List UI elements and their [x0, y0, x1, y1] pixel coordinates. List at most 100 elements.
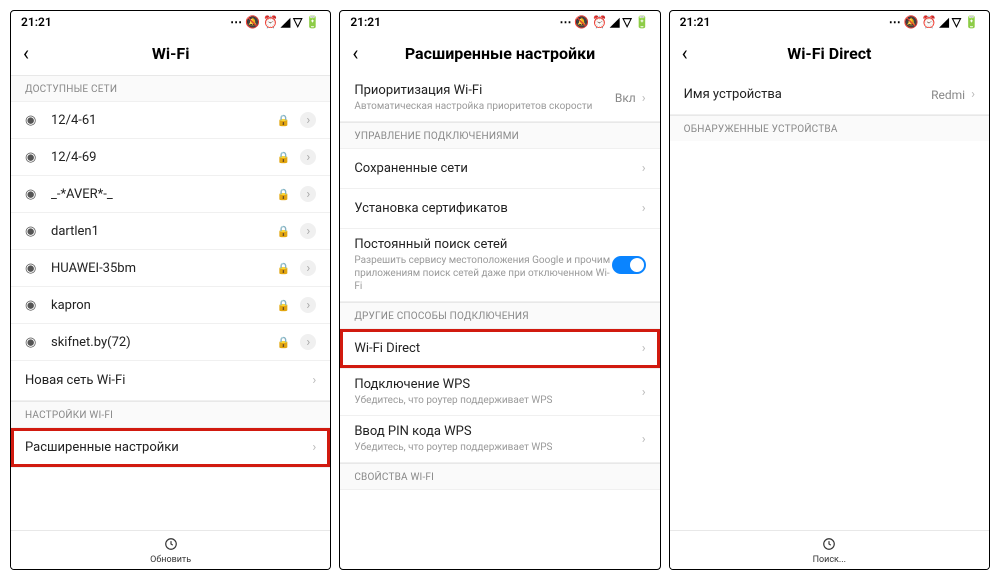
status-bar: 21:21 ⋯ 🔕 ⏰ ◢ ▽ 🔋 [11, 11, 330, 33]
wifi-network-row[interactable]: ◉ 12/4-61 🔒 › [11, 102, 330, 139]
value: Redmi [931, 88, 965, 102]
chevron-right-icon[interactable]: › [300, 149, 316, 165]
lock-icon: 🔒 [277, 336, 291, 349]
chevron-right-icon[interactable]: › [300, 186, 316, 202]
search-label: Поиск... [670, 555, 989, 565]
new-network-row[interactable]: Новая сеть Wi-Fi› [11, 361, 330, 401]
chevron-right-icon: › [642, 161, 646, 176]
label: Сохраненные сети [354, 161, 641, 176]
label: Wi-Fi Direct [354, 341, 641, 356]
sublabel: Убедитесь, что роутер поддерживает WPS [354, 394, 641, 407]
content: Приоритизация Wi-Fi Автоматическая настр… [340, 75, 659, 569]
chevron-right-icon: › [312, 373, 316, 388]
refresh-label: Обновить [11, 555, 330, 565]
label: Ввод PIN кода WPS [354, 424, 641, 439]
label: Установка сертификатов [354, 201, 641, 216]
bottom-bar: Обновить [11, 530, 330, 569]
wifi-icon: ◉ [25, 224, 41, 239]
toggle-switch[interactable] [612, 256, 646, 274]
refresh-icon[interactable] [11, 537, 330, 554]
wifi-network-row[interactable]: ◉12/4-69🔒› [11, 139, 330, 176]
scan-always-row[interactable]: Постоянный поиск сетей Разрешить сервису… [340, 229, 659, 302]
wps-row[interactable]: Подключение WPS Убедитесь, что роутер по… [340, 369, 659, 416]
status-icons: ⋯ 🔕 ⏰ ◢ ▽ 🔋 [559, 15, 649, 29]
sublabel: Убедитесь, что роутер поддерживает WPS [354, 441, 641, 454]
page-title: Wi-Fi [23, 44, 318, 63]
section-available: ДОСТУПНЫЕ СЕТИ [11, 75, 330, 102]
saved-networks-row[interactable]: Сохраненные сети› [340, 149, 659, 189]
label: Расширенные настройки [25, 440, 312, 455]
section-settings: НАСТРОЙКИ WI-FI [11, 401, 330, 428]
chevron-right-icon: › [642, 385, 646, 400]
section-discovered: ОБНАРУЖЕННЫЕ УСТРОЙСТВА [670, 115, 989, 141]
status-icons: ⋯ 🔕 ⏰ ◢ ▽ 🔋 [889, 15, 979, 29]
lock-icon: 🔒 [277, 225, 291, 238]
header: ‹ Wi-Fi [11, 33, 330, 75]
chevron-right-icon: › [642, 91, 646, 106]
status-icons: ⋯ 🔕 ⏰ ◢ ▽ 🔋 [230, 15, 320, 29]
header: ‹ Wi-Fi Direct [670, 33, 989, 75]
wifi-icon: ◉ [25, 187, 41, 202]
label: Новая сеть Wi-Fi [25, 373, 312, 388]
page-title: Расширенные настройки [352, 44, 647, 63]
label: Имя устройства [684, 87, 931, 102]
chevron-right-icon[interactable]: › [300, 297, 316, 313]
wifi-name: 12/4-61 [51, 113, 267, 128]
content: Имя устройства Redmi › ОБНАРУЖЕННЫЕ УСТР… [670, 75, 989, 530]
wifi-direct-row[interactable]: Wi-Fi Direct› [340, 329, 659, 369]
header: ‹ Расширенные настройки [340, 33, 659, 75]
lock-icon: 🔒 [277, 114, 291, 127]
sublabel: Разрешить сервису местоположения Google … [354, 254, 611, 293]
section-other: ДРУГИЕ СПОСОБЫ ПОДКЛЮЧЕНИЯ [340, 302, 659, 329]
wifi-name: 12/4-69 [51, 150, 267, 165]
chevron-right-icon[interactable]: › [300, 334, 316, 350]
wifi-icon: ◉ [25, 335, 41, 350]
wifi-name: skifnet.by(72) [51, 335, 267, 350]
install-certs-row[interactable]: Установка сертификатов› [340, 189, 659, 229]
search-spinner-icon[interactable] [670, 537, 989, 554]
status-time: 21:21 [21, 15, 52, 29]
priority-row[interactable]: Приоритизация Wi-Fi Автоматическая настр… [340, 75, 659, 122]
wifi-network-row[interactable]: ◉ skifnet.by(72) 🔒 › [11, 324, 330, 361]
chevron-right-icon[interactable]: › [300, 260, 316, 276]
status-time: 21:21 [680, 15, 711, 29]
wifi-icon: ◉ [25, 113, 41, 128]
wifi-name: dartlen1 [51, 224, 267, 239]
wifi-network-row[interactable]: ◉ kapron 🔒 › [11, 287, 330, 324]
bottom-bar: Поиск... [670, 530, 989, 569]
wifi-network-row[interactable]: ◉ dartlen1 🔒 › [11, 213, 330, 250]
wifi-name: kapron [51, 298, 267, 313]
sublabel: Автоматическая настройка приоритетов ско… [354, 100, 615, 113]
chevron-right-icon: › [971, 87, 975, 102]
wifi-network-row[interactable]: ◉ _-*AVER*-_ 🔒 › [11, 176, 330, 213]
section-props: СВОЙСТВА WI-FI [340, 463, 659, 490]
status-time: 21:21 [350, 15, 381, 29]
wifi-name: HUAWEI-35bm [51, 261, 267, 276]
chevron-right-icon: › [312, 440, 316, 455]
lock-icon: 🔒 [277, 262, 291, 275]
wifi-icon: ◉ [25, 150, 41, 165]
chevron-right-icon: › [642, 432, 646, 447]
wps-pin-row[interactable]: Ввод PIN кода WPS Убедитесь, что роутер … [340, 416, 659, 463]
screen-advanced: 21:21 ⋯ 🔕 ⏰ ◢ ▽ 🔋 ‹ Расширенные настройк… [339, 10, 660, 570]
status-bar: 21:21 ⋯ 🔕 ⏰ ◢ ▽ 🔋 [670, 11, 989, 33]
screen-wifi-direct: 21:21 ⋯ 🔕 ⏰ ◢ ▽ 🔋 ‹ Wi-Fi Direct Имя уст… [669, 10, 990, 570]
wifi-icon: ◉ [25, 261, 41, 276]
screen-wifi: 21:21 ⋯ 🔕 ⏰ ◢ ▽ 🔋 ‹ Wi-Fi ДОСТУПНЫЕ СЕТИ… [10, 10, 331, 570]
chevron-right-icon: › [642, 201, 646, 216]
lock-icon: 🔒 [277, 299, 291, 312]
label: Постоянный поиск сетей [354, 237, 611, 252]
chevron-right-icon: › [642, 341, 646, 356]
device-name-row[interactable]: Имя устройства Redmi › [670, 75, 989, 115]
lock-icon: 🔒 [277, 188, 291, 201]
wifi-icon: ◉ [25, 298, 41, 313]
chevron-right-icon[interactable]: › [300, 112, 316, 128]
label: Подключение WPS [354, 377, 641, 392]
label: Приоритизация Wi-Fi [354, 83, 615, 98]
wifi-name: _-*AVER*-_ [51, 187, 267, 202]
wifi-network-row[interactable]: ◉ HUAWEI-35bm 🔒 › [11, 250, 330, 287]
value: Вкл [615, 91, 636, 105]
advanced-settings-row[interactable]: Расширенные настройки› [11, 428, 330, 468]
status-bar: 21:21 ⋯ 🔕 ⏰ ◢ ▽ 🔋 [340, 11, 659, 33]
chevron-right-icon[interactable]: › [300, 223, 316, 239]
